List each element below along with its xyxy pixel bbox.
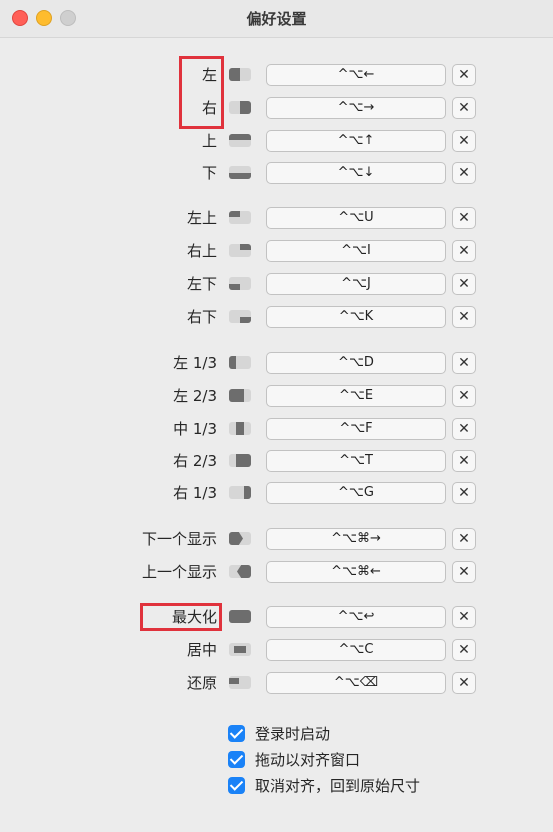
label-next-display: 下一个显示 — [141, 530, 217, 548]
checkbox-label: 登录时启动 — [255, 725, 331, 743]
label-bottom: 下 — [201, 164, 217, 182]
highlight-box-left-right — [179, 56, 224, 129]
preferences-window: 偏好设置 左 ^⌥← ✕ 右 ^⌥→ ✕ 上 ^⌥↑ ✕ 下 ^⌥↓ ✕ 左上 ^⌥U ✕ 右上 ^⌥I ✕ 左下 ^… — [0, 0, 553, 832]
window-right-third-icon — [229, 486, 251, 499]
window-left-two-thirds-icon — [229, 389, 251, 402]
shortcut-field-bottom-left[interactable]: ^⌥J — [266, 273, 446, 295]
checkbox-label: 取消对齐，回到原始尺寸 — [255, 777, 421, 795]
window-bottom-left-icon — [229, 277, 251, 290]
label-top-right: 右上 — [186, 242, 217, 260]
highlight-box-maximize — [140, 603, 222, 631]
clear-shortcut-button-top-right[interactable]: ✕ — [452, 240, 476, 262]
label-center: 居中 — [186, 641, 217, 659]
checkbox-label: 拖动以对齐窗口 — [255, 751, 361, 769]
checkmark-icon[interactable] — [228, 777, 245, 794]
clear-shortcut-button-top[interactable]: ✕ — [452, 130, 476, 152]
title-bar: 偏好设置 — [0, 0, 553, 38]
shortcut-field-prev-display[interactable]: ^⌥⌘← — [266, 561, 446, 583]
clear-shortcut-button-bottom-right[interactable]: ✕ — [452, 306, 476, 328]
window-bottom-half-icon — [229, 166, 251, 179]
clear-shortcut-button-left-third[interactable]: ✕ — [452, 352, 476, 374]
window-center-third-icon — [229, 422, 251, 435]
label-restore: 还原 — [186, 674, 217, 692]
label-left-third: 左 1/3 — [173, 354, 217, 372]
window-left-third-icon — [229, 356, 251, 369]
shortcut-field-right-third[interactable]: ^⌥G — [266, 482, 446, 504]
clear-shortcut-button-left[interactable]: ✕ — [452, 64, 476, 86]
shortcut-field-left[interactable]: ^⌥← — [266, 64, 446, 86]
label-left-two-thirds: 左 2/3 — [173, 387, 217, 405]
shortcut-field-top[interactable]: ^⌥↑ — [266, 130, 446, 152]
window-top-left-icon — [229, 211, 251, 224]
next-display-icon — [229, 532, 251, 545]
shortcut-field-maximize[interactable]: ^⌥↩ — [266, 606, 446, 628]
shortcut-field-top-left[interactable]: ^⌥U — [266, 207, 446, 229]
window-center-icon — [229, 643, 251, 656]
clear-shortcut-button-center-third[interactable]: ✕ — [452, 418, 476, 440]
checkmark-icon[interactable] — [228, 751, 245, 768]
clear-shortcut-button-bottom[interactable]: ✕ — [452, 162, 476, 184]
window-bottom-right-icon — [229, 310, 251, 323]
clear-shortcut-button-left-two-thirds[interactable]: ✕ — [452, 385, 476, 407]
checkmark-icon[interactable] — [228, 725, 245, 742]
label-right-two-thirds: 右 2/3 — [173, 452, 217, 470]
window-top-right-icon — [229, 244, 251, 257]
shortcut-field-restore[interactable]: ^⌥⌫ — [266, 672, 446, 694]
window-maximize-icon — [229, 610, 251, 623]
label-right-third: 右 1/3 — [173, 484, 217, 502]
label-top: 上 — [201, 132, 217, 150]
label-bottom-left: 左下 — [186, 275, 217, 293]
clear-shortcut-button-next-display[interactable]: ✕ — [452, 528, 476, 550]
label-bottom-right: 右下 — [186, 308, 217, 326]
window-right-half-icon — [229, 101, 251, 114]
shortcut-field-center-third[interactable]: ^⌥F — [266, 418, 446, 440]
window-top-half-icon — [229, 134, 251, 147]
window-restore-icon — [229, 676, 251, 689]
clear-shortcut-button-top-left[interactable]: ✕ — [452, 207, 476, 229]
clear-shortcut-button-right-two-thirds[interactable]: ✕ — [452, 450, 476, 472]
window-right-two-thirds-icon — [229, 454, 251, 467]
previous-display-icon — [229, 565, 251, 578]
window-title: 偏好设置 — [246, 10, 307, 28]
clear-shortcut-button-restore[interactable]: ✕ — [452, 672, 476, 694]
clear-shortcut-button-right[interactable]: ✕ — [452, 97, 476, 119]
shortcut-field-right[interactable]: ^⌥→ — [266, 97, 446, 119]
shortcut-field-top-right[interactable]: ^⌥I — [266, 240, 446, 262]
shortcut-field-left-third[interactable]: ^⌥D — [266, 352, 446, 374]
shortcut-field-bottom[interactable]: ^⌥↓ — [266, 162, 446, 184]
clear-shortcut-button-bottom-left[interactable]: ✕ — [452, 273, 476, 295]
shortcut-field-next-display[interactable]: ^⌥⌘→ — [266, 528, 446, 550]
shortcut-field-center[interactable]: ^⌥C — [266, 639, 446, 661]
clear-shortcut-button-right-third[interactable]: ✕ — [452, 482, 476, 504]
label-prev-display: 上一个显示 — [141, 563, 217, 581]
shortcut-field-bottom-right[interactable]: ^⌥K — [266, 306, 446, 328]
shortcut-field-right-two-thirds[interactable]: ^⌥T — [266, 450, 446, 472]
clear-shortcut-button-center[interactable]: ✕ — [452, 639, 476, 661]
shortcut-field-left-two-thirds[interactable]: ^⌥E — [266, 385, 446, 407]
label-top-left: 左上 — [186, 209, 217, 227]
window-left-half-icon — [229, 68, 251, 81]
clear-shortcut-button-prev-display[interactable]: ✕ — [452, 561, 476, 583]
clear-shortcut-button-maximize[interactable]: ✕ — [452, 606, 476, 628]
label-center-third: 中 1/3 — [173, 420, 217, 438]
